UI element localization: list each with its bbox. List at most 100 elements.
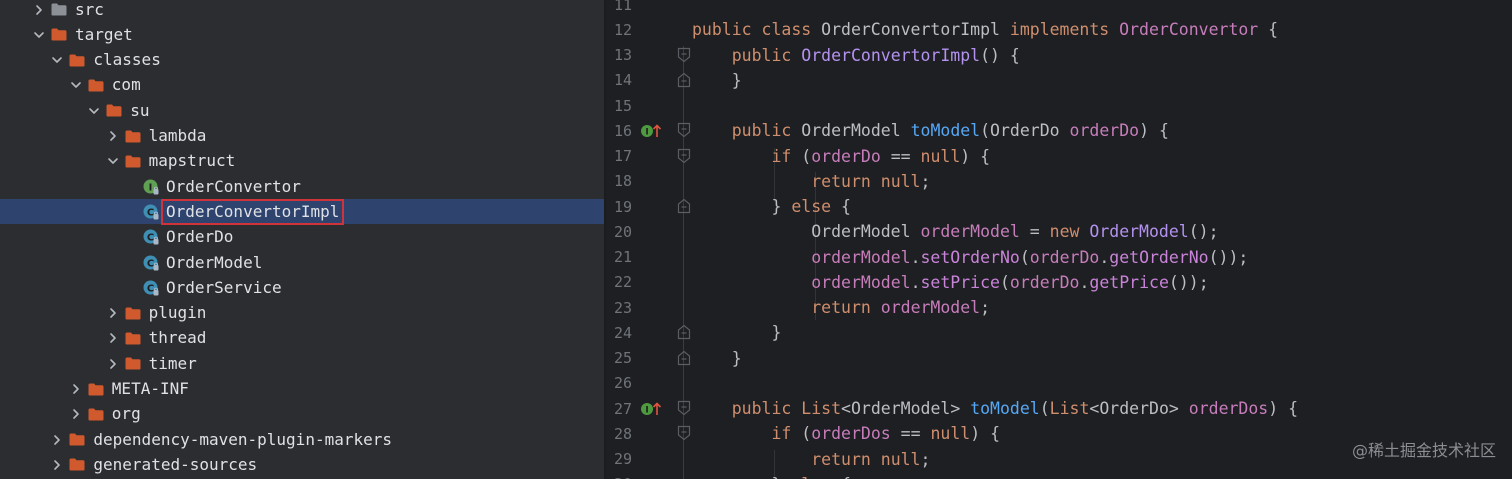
project-tree: src target classes com su lambda mapstruct I Ord…: [0, 0, 604, 479]
code-token: ) {: [1268, 399, 1299, 418]
fold-start-icon[interactable]: [677, 400, 691, 416]
tree-item-org[interactable]: org: [0, 402, 604, 427]
code-line[interactable]: 15: [606, 93, 1512, 118]
chevron-right-icon[interactable]: [70, 383, 82, 395]
code-token: ;: [920, 171, 931, 191]
code-token: orderModel: [811, 247, 911, 267]
fold-end-icon[interactable]: [677, 198, 691, 214]
line-number: 19: [613, 197, 632, 216]
chevron-right-icon[interactable]: [51, 459, 63, 471]
line-number: 25: [613, 349, 632, 367]
tree-item-su[interactable]: su: [0, 98, 604, 123]
fold-start-icon[interactable]: [677, 425, 691, 441]
code-token: public: [731, 121, 802, 141]
code-token: List: [1049, 399, 1090, 418]
code-token: .: [1079, 272, 1090, 292]
chevron-down-icon[interactable]: [33, 29, 45, 41]
code-token: public: [731, 399, 802, 418]
code-line[interactable]: 23 return orderModel;: [606, 295, 1512, 320]
tree-item-orderconvertorimpl[interactable]: C OrderConvertorImpl: [0, 198, 604, 225]
code-line[interactable]: 17 if (orderDo == null) {: [606, 144, 1512, 169]
code-line[interactable]: 18 return null;: [606, 169, 1512, 194]
code-token: public: [731, 45, 802, 65]
chevron-down-icon[interactable]: [70, 79, 82, 91]
svg-text:I: I: [149, 182, 153, 193]
tree-item-label: dependency-maven-plugin-markers: [93, 429, 393, 449]
tree-item-orderservice[interactable]: C OrderService: [0, 275, 604, 300]
code-line[interactable]: 13 public OrderConvertorImpl() {: [606, 43, 1512, 68]
code-text: return null;: [692, 450, 930, 469]
tree-item-label: OrderConvertor: [166, 176, 301, 196]
fold-end-icon[interactable]: [677, 72, 691, 88]
tree-item-lambda[interactable]: lambda: [0, 124, 604, 149]
tree-item-classes[interactable]: classes: [0, 48, 604, 73]
class-icon: C: [143, 204, 159, 220]
line-number: 13: [613, 46, 632, 64]
code-line[interactable]: 21 orderModel.setOrderNo(orderDo.getOrde…: [606, 245, 1512, 270]
tree-item-plugin[interactable]: plugin: [0, 301, 604, 326]
code-line[interactable]: 12 public class OrderConvertorImpl implem…: [606, 17, 1512, 42]
code-text: return null;: [692, 172, 930, 191]
code-text: public List<OrderModel> toModel(List<Ord…: [692, 399, 1298, 418]
code-line[interactable]: 27 I public List<OrderModel> toModel(List…: [606, 396, 1512, 421]
tree-item-orderconvertor[interactable]: I OrderConvertor: [0, 174, 604, 199]
fold-end-icon[interactable]: [677, 350, 691, 366]
code-line[interactable]: 20 OrderModel orderModel = new OrderMode…: [606, 219, 1512, 244]
chevron-down-icon[interactable]: [88, 105, 100, 117]
code-token: }: [692, 348, 742, 368]
tree-item-orderdo[interactable]: C OrderDo: [0, 225, 604, 250]
chevron-right-icon[interactable]: [107, 358, 119, 370]
tree-item-thread[interactable]: thread: [0, 326, 604, 351]
code-line[interactable]: 26: [606, 371, 1512, 396]
folder-icon: [51, 28, 67, 41]
chevron-right-icon[interactable]: [33, 4, 45, 16]
code-token: return: [811, 298, 881, 317]
implements-method-icon[interactable]: I: [640, 396, 666, 421]
fold-start-icon[interactable]: [677, 122, 691, 138]
tree-item-mapstruct[interactable]: mapstruct: [0, 149, 604, 174]
chevron-right-icon[interactable]: [107, 307, 119, 319]
tree-item-label: classes: [93, 50, 161, 70]
code-line[interactable]: 14 }: [606, 68, 1512, 93]
code-line[interactable]: 24 }: [606, 320, 1512, 345]
tree-item-label: META-INF: [111, 379, 189, 398]
code-token: ;: [980, 298, 991, 317]
code-token: {: [841, 475, 851, 479]
code-line[interactable]: 30 } else {: [606, 472, 1512, 479]
code-line[interactable]: 11: [606, 0, 1512, 17]
tree-item-target[interactable]: target: [0, 22, 604, 47]
svg-text:C: C: [147, 258, 154, 269]
code-line[interactable]: 16 I public OrderModel toModel(OrderDo or…: [606, 118, 1512, 143]
tree-item-timer[interactable]: timer: [0, 351, 604, 376]
tree-item-dependency-maven-plugin-markers[interactable]: dependency-maven-plugin-markers: [0, 427, 604, 452]
code-token: OrderModel: [692, 222, 921, 242]
code-token: ();: [1188, 222, 1219, 242]
line-number: 30: [606, 475, 632, 479]
tree-item-src[interactable]: src: [0, 0, 604, 22]
implements-method-icon[interactable]: I: [640, 118, 666, 143]
fold-end-icon[interactable]: [677, 324, 691, 340]
tree-item-ordermodel[interactable]: C OrderModel: [0, 250, 604, 275]
code-token: orderDo: [811, 146, 881, 166]
chevron-right-icon[interactable]: [51, 434, 63, 446]
chevron-right-icon[interactable]: [70, 408, 82, 420]
folder-icon: [125, 130, 141, 143]
code-text: OrderModel orderModel = new OrderModel()…: [692, 222, 1219, 242]
chevron-down-icon[interactable]: [107, 155, 119, 167]
chevron-right-icon[interactable]: [107, 332, 119, 344]
code-line[interactable]: 19 } else {: [606, 194, 1512, 219]
code-token: {: [841, 197, 851, 216]
tree-item-generated-sources[interactable]: generated-sources: [0, 452, 604, 477]
code-editor[interactable]: 11 12 public class OrderConvertorImpl impl…: [606, 0, 1512, 479]
chevron-right-icon[interactable]: [107, 130, 119, 142]
chevron-down-icon[interactable]: [51, 54, 63, 66]
tree-item-meta-inf[interactable]: META-INF: [0, 377, 604, 402]
code-line[interactable]: 22 orderModel.setPrice(orderDo.getPrice(…: [606, 270, 1512, 295]
code-line[interactable]: 25 }: [606, 346, 1512, 371]
tree-item-com[interactable]: com: [0, 73, 604, 98]
fold-start-icon[interactable]: [677, 47, 691, 63]
fold-start-icon[interactable]: [677, 148, 691, 164]
